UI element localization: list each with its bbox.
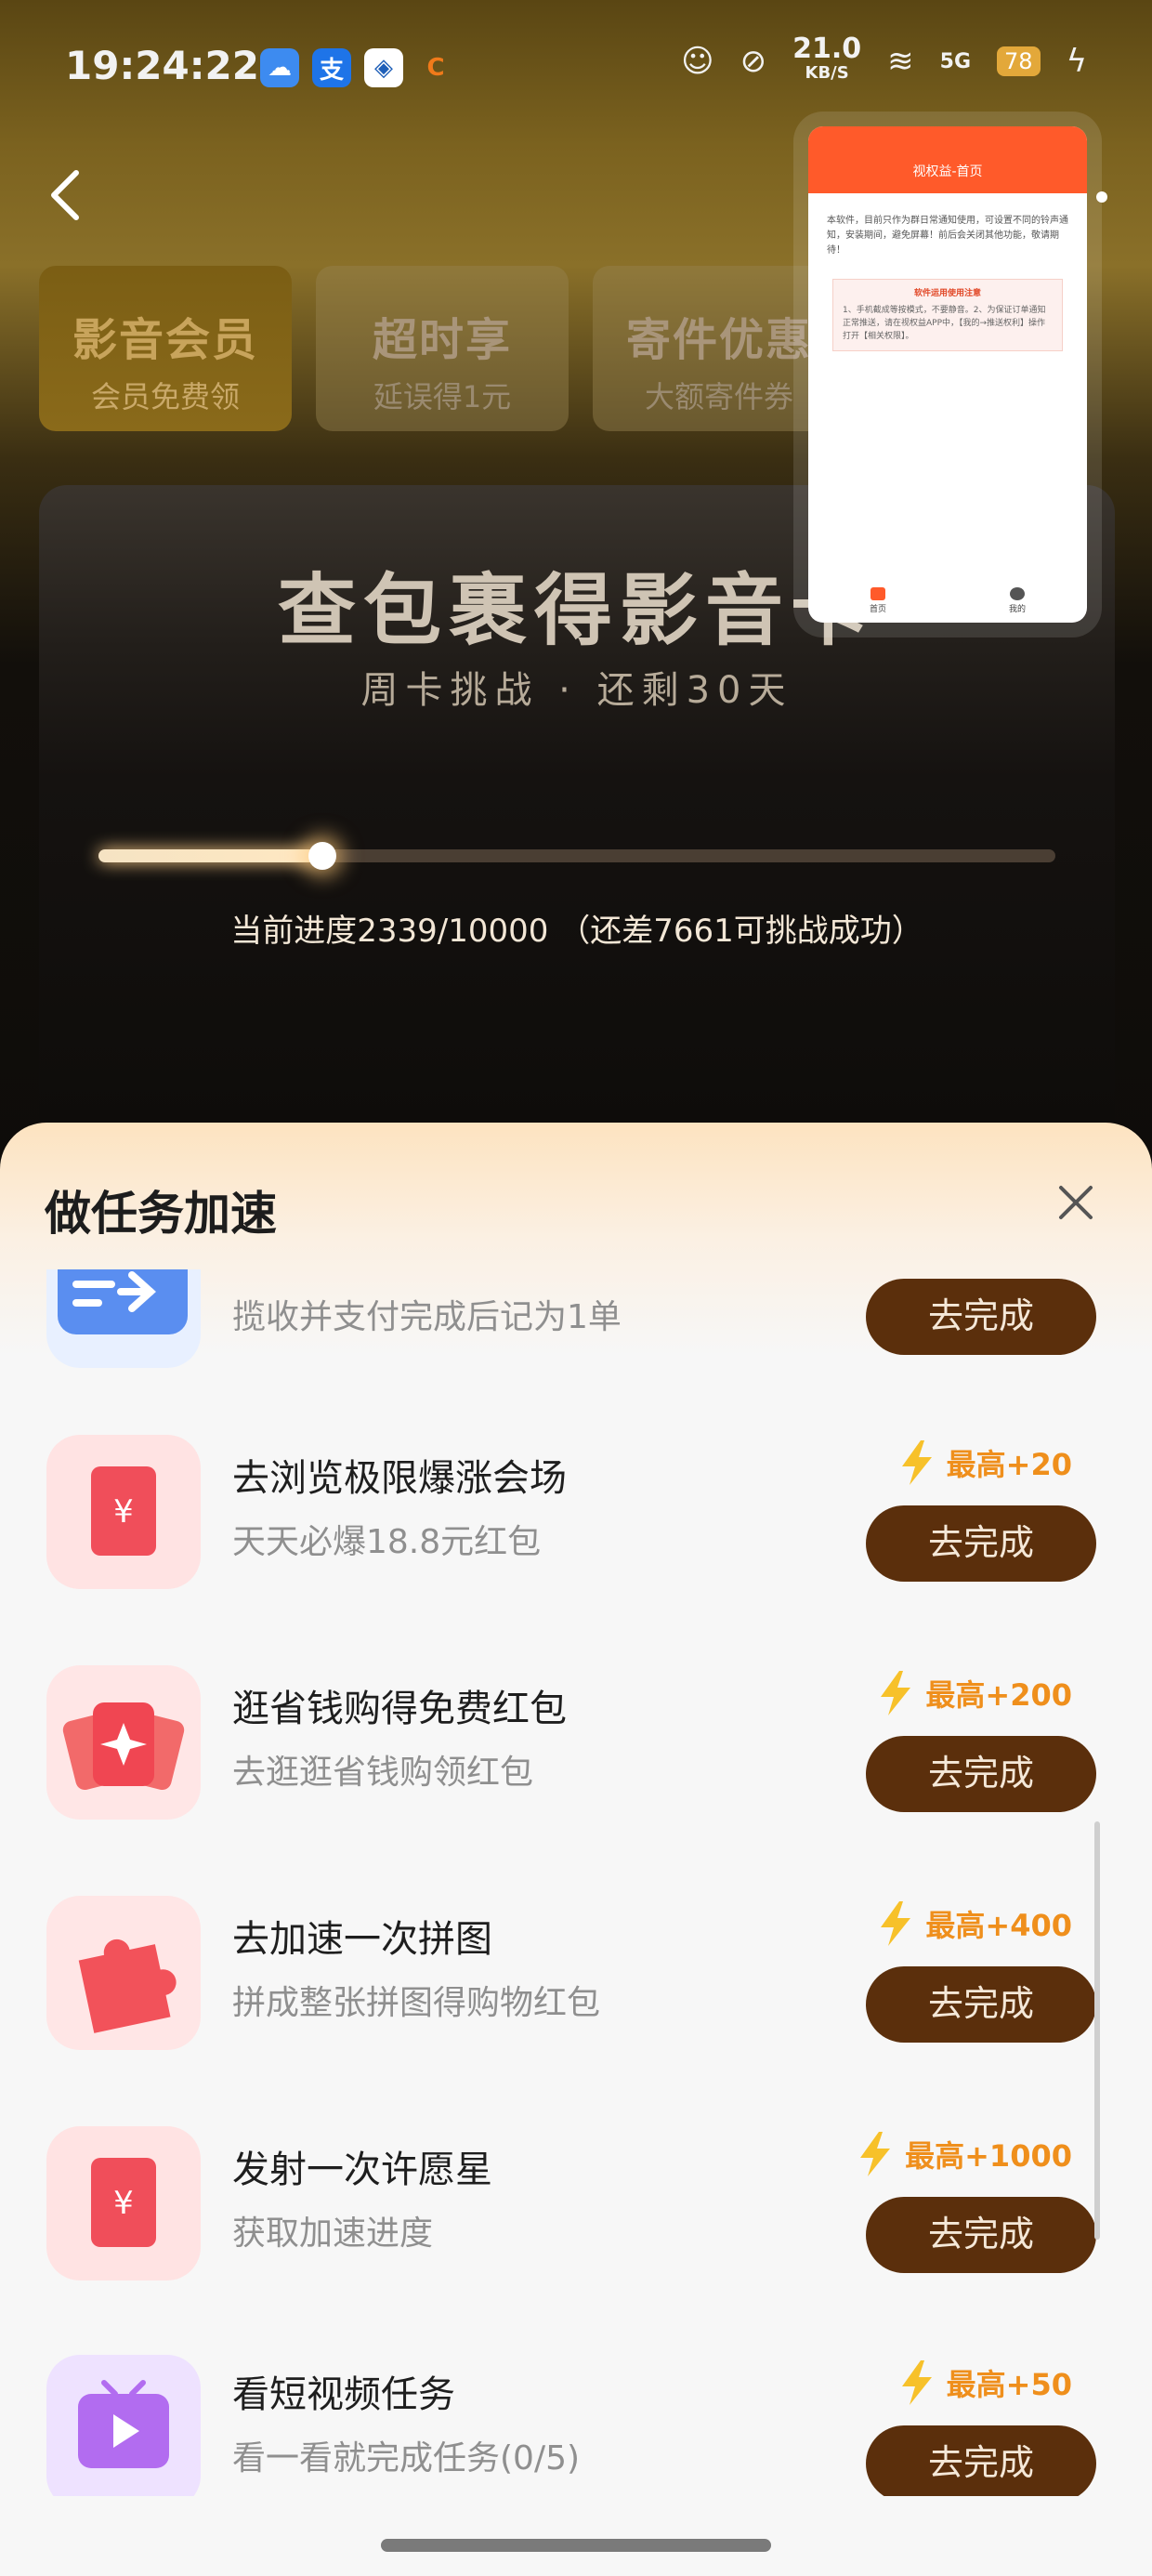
- sheet-title: 做任务加速: [45, 1187, 277, 1241]
- complete-button[interactable]: 去完成: [866, 1736, 1096, 1812]
- cat-icon: ☺: [681, 43, 714, 80]
- alipay-icon: 支: [312, 48, 351, 87]
- task-title: 逛省钱购得免费红包: [232, 1688, 567, 1730]
- complete-button[interactable]: 去完成: [866, 1279, 1096, 1355]
- red-packets-icon: [46, 1665, 201, 1820]
- puzzle-icon: [46, 1896, 201, 2050]
- complete-button[interactable]: 去完成: [866, 1505, 1096, 1582]
- network-speed: 21.0 KB/S: [792, 33, 862, 84]
- task-bonus: 最高+50: [897, 2359, 1072, 2407]
- task-subtitle: 天天必爆18.8元红包: [232, 1523, 542, 1561]
- window-handle-dot[interactable]: [1096, 191, 1107, 203]
- tab-title: 超时享: [372, 314, 512, 366]
- progress-text: 当前进度2339/10000 （还差7661可挑战成功）: [230, 913, 923, 950]
- task-item: 看短视频任务 看一看就完成任务(0/5) 最高+50 去完成: [0, 2355, 1152, 2496]
- task-subtitle: 拼成整张拼图得购物红包: [232, 1984, 601, 2022]
- lightning-icon: [901, 2360, 932, 2405]
- task-sheet: 做任务加速 揽收并支付完成后记为1单 去完成 ¥ 去浏览极限爆涨会场 天天必爆1…: [0, 1123, 1152, 2576]
- task-bonus: 最高+20: [897, 1439, 1072, 1487]
- mini-nav-me[interactable]: 我的: [1009, 587, 1026, 623]
- challenge-subtitle: 周卡挑战 · 还剩30天: [360, 669, 793, 712]
- bank-icon: ◈: [364, 48, 403, 87]
- complete-button[interactable]: 去完成: [866, 2197, 1096, 2273]
- notice-title: 软件运用使用注意: [913, 289, 981, 298]
- mini-window-title: 视权益-首页: [808, 126, 1087, 193]
- user-icon: [1009, 587, 1025, 600]
- progress-fill: [98, 849, 322, 862]
- close-icon[interactable]: [1055, 1182, 1096, 1223]
- tab-subtitle: 延误得1元: [373, 379, 512, 414]
- task-item: ¥ 去浏览极限爆涨会场 天天必爆18.8元红包 最高+20 去完成: [0, 1435, 1152, 1665]
- task-item: 揽收并支付完成后记为1单 去完成: [0, 1269, 1152, 1435]
- task-subtitle: 去逛逛省钱购领红包: [232, 1754, 534, 1792]
- task-bonus: 最高+1000: [855, 2130, 1072, 2178]
- lightning-icon: [881, 1901, 911, 1946]
- task-title: 看短视频任务: [232, 2373, 455, 2416]
- tab-title: 影音会员: [72, 314, 258, 366]
- task-subtitle: 看一看就完成任务(0/5): [232, 2439, 581, 2477]
- task-subtitle: 获取加速进度: [232, 2215, 434, 2253]
- svg-text:¥: ¥: [113, 2185, 134, 2222]
- wifi-icon: ≋: [887, 43, 914, 80]
- task-item: 去加速一次拼图 拼成整张拼图得购物红包 最高+400 去完成: [0, 1896, 1152, 2126]
- progress-knob: [308, 842, 336, 870]
- task-list-scrollbar[interactable]: [1094, 1821, 1100, 2240]
- task-title: 去加速一次拼图: [232, 1918, 492, 1961]
- back-arrow-icon[interactable]: [46, 167, 84, 223]
- progress-bar: [98, 842, 1055, 870]
- status-bar: 19:24:22 ☁ 支 ◈ C ☺ ⊘ 21.0 KB/S ≋ 5G 78 ϟ: [0, 0, 1152, 139]
- task-list: 揽收并支付完成后记为1单 去完成 ¥ 去浏览极限爆涨会场 天天必爆18.8元红包…: [0, 1269, 1152, 2496]
- mini-window-paragraph: 本软件，目前只作为群日常通知使用，可设置不同的铃声通知，安装期间，避免屏幕！前后…: [827, 216, 1068, 256]
- tv-video-icon: [46, 2355, 201, 2496]
- mini-nav-home[interactable]: 首页: [870, 587, 886, 623]
- tab-subtitle: 会员免费领: [90, 379, 240, 414]
- task-title: 发射一次许愿星: [232, 2149, 492, 2191]
- battery-icon: 78: [997, 46, 1041, 76]
- weather-icon: ☁: [260, 48, 299, 87]
- home-indicator[interactable]: [381, 2539, 771, 2552]
- task-bonus: 最高+200: [875, 1669, 1072, 1717]
- lightning-icon: [860, 2132, 891, 2176]
- category-tabs: 影音会员 会员免费领 超时享 延误得1元 寄件优惠 大额寄件券: [39, 266, 845, 431]
- floating-app-window[interactable]: 视权益-首页 本软件，目前只作为群日常通知使用，可设置不同的铃声通知，安装期间，…: [808, 126, 1087, 623]
- lightning-icon: [901, 1440, 932, 1485]
- red-envelope-icon: ¥: [46, 1435, 201, 1589]
- mini-window-notice: 软件运用使用注意 1、手机截成等按模式，不要静音。2、为保证订单通知正常推送，请…: [832, 279, 1063, 351]
- task-item: ¥ 发射一次许愿星 获取加速进度 最高+1000 去完成: [0, 2126, 1152, 2357]
- svg-text:¥: ¥: [113, 1493, 134, 1531]
- status-icons: ☺ ⊘ 21.0 KB/S ≋ 5G 78 ϟ: [681, 33, 1087, 85]
- home-icon: [870, 587, 885, 600]
- app-icon: C: [426, 54, 445, 82]
- red-envelope-icon: ¥: [46, 2126, 201, 2280]
- signal-icon: 5G: [939, 49, 972, 73]
- complete-button[interactable]: 去完成: [866, 2425, 1096, 2496]
- status-time: 19:24:22: [65, 43, 259, 88]
- task-bonus: 最高+400: [875, 1899, 1072, 1948]
- lightning-icon: [881, 1671, 911, 1715]
- task-subtitle: 揽收并支付完成后记为1单: [232, 1298, 622, 1336]
- notice-body: 1、手机截成等按模式，不要静音。2、为保证订单通知正常推送，请在视权益APP中，…: [843, 306, 1046, 341]
- tab-overtime[interactable]: 超时享 延误得1元: [316, 266, 569, 431]
- delivery-icon: [46, 1269, 201, 1368]
- complete-button[interactable]: 去完成: [866, 1966, 1096, 2043]
- tab-video-membership[interactable]: 影音会员 会员免费领: [39, 266, 292, 431]
- task-title: 去浏览极限爆涨会场: [232, 1457, 567, 1500]
- mini-window-nav: 首页 我的: [808, 582, 1087, 623]
- charging-icon: ϟ: [1066, 43, 1087, 80]
- task-item: 逛省钱购得免费红包 去逛逛省钱购领红包 最高+200 去完成: [0, 1665, 1152, 1896]
- mute-icon: ⊘: [740, 43, 767, 80]
